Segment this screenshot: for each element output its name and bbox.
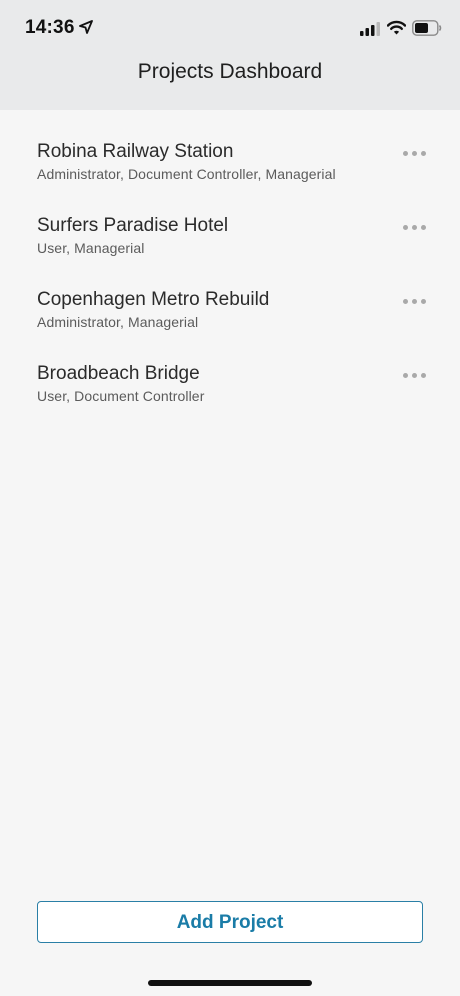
- project-name: Copenhagen Metro Rebuild: [37, 289, 270, 310]
- location-arrow-icon: [79, 20, 93, 34]
- battery-icon: [412, 20, 442, 36]
- wifi-icon: [387, 20, 406, 35]
- status-time: 14:36: [25, 17, 75, 38]
- project-list-item[interactable]: Robina Railway Station Administrator, Do…: [0, 138, 460, 212]
- more-options-icon[interactable]: [400, 366, 430, 384]
- project-list-item[interactable]: Copenhagen Metro Rebuild Administrator, …: [0, 286, 460, 360]
- project-list-item[interactable]: Broadbeach Bridge User, Document Control…: [0, 360, 460, 434]
- project-name: Surfers Paradise Hotel: [37, 215, 229, 236]
- project-name: Robina Railway Station: [37, 141, 234, 162]
- project-roles: User, Document Controller: [37, 388, 205, 404]
- more-options-icon[interactable]: [400, 144, 430, 162]
- project-list-item[interactable]: Surfers Paradise Hotel User, Managerial: [0, 212, 460, 286]
- project-name: Broadbeach Bridge: [37, 363, 200, 384]
- home-indicator[interactable]: [148, 980, 312, 986]
- app-header: 14:36 Projects Dashboard: [0, 0, 460, 110]
- project-list: Robina Railway Station Administrator, Do…: [0, 138, 460, 434]
- more-options-icon[interactable]: [400, 218, 430, 236]
- project-roles: Administrator, Document Controller, Mana…: [37, 166, 336, 182]
- status-bar: 14:36: [0, 0, 460, 56]
- add-project-button[interactable]: Add Project: [37, 901, 423, 943]
- cellular-signal-icon: [360, 22, 380, 36]
- more-options-icon[interactable]: [400, 292, 430, 310]
- project-roles: Administrator, Managerial: [37, 314, 199, 330]
- page-title: Projects Dashboard: [137, 60, 323, 83]
- project-roles: User, Managerial: [37, 240, 145, 256]
